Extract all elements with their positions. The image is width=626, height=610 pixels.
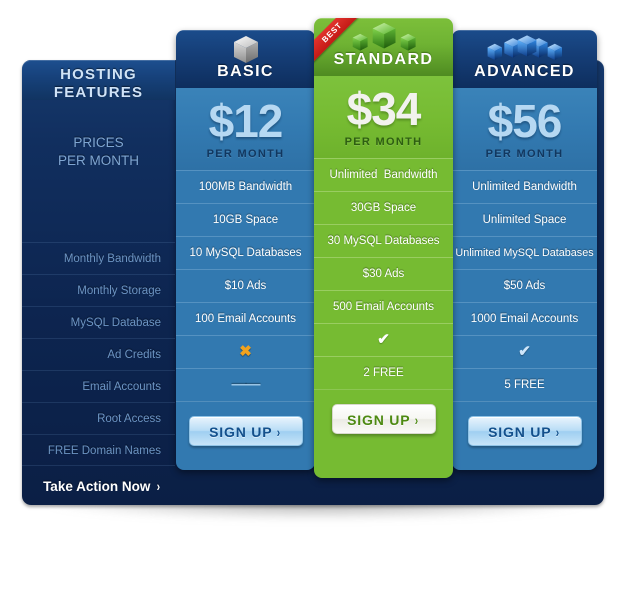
feature-cell: 10GB Space <box>176 203 315 236</box>
signup-label: SIGN UP <box>209 424 273 440</box>
signup-button-advanced[interactable]: SIGN UP › <box>467 416 582 446</box>
feature-cell: 100 Email Accounts <box>176 302 315 335</box>
checkmark-icon: ✔ <box>314 323 453 356</box>
feature-cell: Unlimited Space <box>452 203 597 236</box>
plan-name-standard: STANDARD <box>333 51 434 68</box>
plan-header-basic: BASIC <box>176 30 315 88</box>
feature-label-list: Monthly Bandwidth Monthly Storage MySQL … <box>22 242 175 466</box>
price-amount-standard: $34 <box>346 83 422 135</box>
not-available-dash: —— <box>176 368 315 401</box>
feature-label: Monthly Storage <box>22 274 175 306</box>
features-header-line2: FEATURES <box>53 84 144 101</box>
feature-cell: $50 Ads <box>452 269 597 302</box>
feature-label: Email Accounts <box>22 370 175 402</box>
feature-cell: 10 MySQL Databases <box>176 236 315 269</box>
feature-cell: Unlimited Bandwidth <box>452 170 597 203</box>
features-header: HOSTING FEATURES <box>22 60 175 101</box>
feature-label: MySQL Database <box>22 306 175 338</box>
signup-button-standard[interactable]: SIGN UP › <box>331 404 436 434</box>
feature-cells-advanced: Unlimited Bandwidth Unlimited Space Unli… <box>452 170 597 401</box>
feature-label: FREE Domain Names <box>22 434 175 466</box>
checkmark-icon: ✔ <box>452 335 597 368</box>
plan-header-advanced: ADVANCED <box>452 30 597 88</box>
feature-cell: 1000 Email Accounts <box>452 302 597 335</box>
chevron-right-icon: › <box>156 478 161 494</box>
feature-cell: $10 Ads <box>176 269 315 302</box>
plan-name-basic: BASIC <box>217 63 274 80</box>
plan-name-advanced: ADVANCED <box>474 63 575 80</box>
signup-label: SIGN UP <box>488 424 552 440</box>
feature-cells-basic: 100MB Bandwidth 10GB Space 10 MySQL Data… <box>176 170 315 401</box>
feature-cell: 30GB Space <box>314 191 453 224</box>
plan-column-standard[interactable]: BEST STANDARD $34 PER MONTH Unlimited Ba… <box>314 18 453 478</box>
cta-band-standard: SIGN UP › <box>314 389 453 478</box>
price-period-advanced: PER MONTH <box>485 148 564 160</box>
take-action-label: Take Action Now <box>43 479 151 494</box>
feature-cell: 2 FREE <box>314 356 453 389</box>
price-amount-advanced: $56 <box>487 95 563 147</box>
prices-per-month-label: PRICES PER MONTH <box>22 106 175 196</box>
chevron-right-icon: › <box>415 412 420 428</box>
signup-label: SIGN UP <box>347 412 411 428</box>
prices-label-line1: PRICES <box>73 135 124 150</box>
take-action-now-link[interactable]: Take Action Now › <box>22 478 175 494</box>
cta-band-advanced: SIGN UP › <box>452 401 597 470</box>
plan-column-advanced[interactable]: ADVANCED $56 PER MONTH Unlimited Bandwid… <box>452 30 597 470</box>
price-band-advanced: $56 PER MONTH <box>452 88 597 170</box>
cta-band-basic: SIGN UP › <box>176 401 315 470</box>
feature-cell: 30 MySQL Databases <box>314 224 453 257</box>
feature-cell: 100MB Bandwidth <box>176 170 315 203</box>
price-amount-basic: $12 <box>208 95 284 147</box>
price-band-standard: $34 PER MONTH <box>314 76 453 158</box>
pricing-table-widget: HOSTING FEATURES PRICES PER MONTH Monthl… <box>0 0 626 610</box>
feature-cell: 5 FREE <box>452 368 597 401</box>
feature-label: Ad Credits <box>22 338 175 370</box>
feature-cell: $30 Ads <box>314 257 453 290</box>
plan-column-basic[interactable]: BASIC $12 PER MONTH 100MB Bandwidth 10GB… <box>176 30 315 470</box>
plan-header-standard: BEST STANDARD <box>314 18 453 76</box>
chevron-right-icon: › <box>556 424 561 440</box>
price-period-basic: PER MONTH <box>206 148 285 160</box>
feature-cells-standard: Unlimited Bandwidth 30GB Space 30 MySQL … <box>314 158 453 389</box>
feature-cell: Unlimited MySQL Databases <box>452 236 597 269</box>
features-column: HOSTING FEATURES PRICES PER MONTH Monthl… <box>22 60 175 505</box>
price-period-standard: PER MONTH <box>344 136 423 148</box>
cross-icon: ✖ <box>176 335 315 368</box>
price-band-basic: $12 PER MONTH <box>176 88 315 170</box>
feature-label: Root Access <box>22 402 175 434</box>
feature-cell: 500 Email Accounts <box>314 290 453 323</box>
chevron-right-icon: › <box>277 424 282 440</box>
features-header-line1: HOSTING <box>60 66 137 83</box>
feature-label: Monthly Bandwidth <box>22 242 175 274</box>
signup-button-basic[interactable]: SIGN UP › <box>188 416 303 446</box>
prices-label-line2: PER MONTH <box>58 153 139 168</box>
feature-cell: Unlimited Bandwidth <box>314 158 453 191</box>
